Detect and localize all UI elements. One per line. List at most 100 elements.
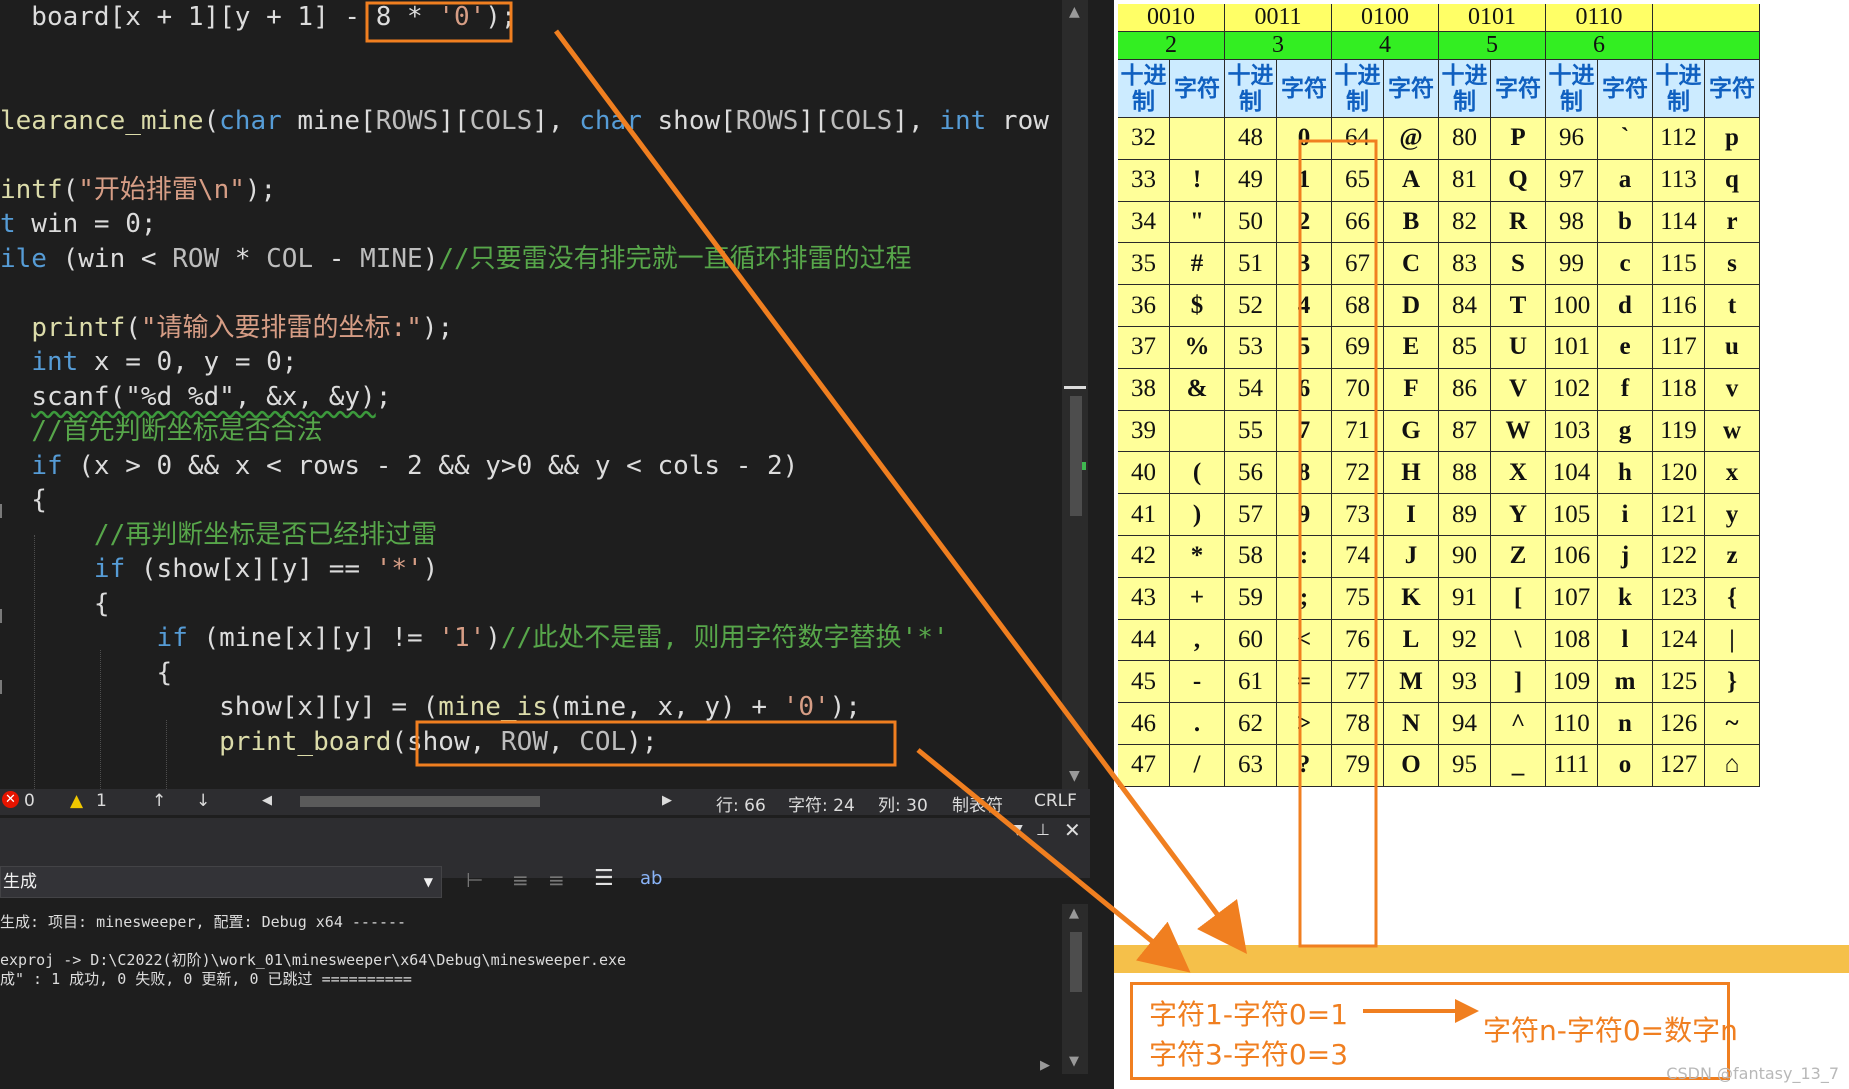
scroll-up-icon[interactable]: ▲	[1069, 906, 1079, 921]
find-message-icon[interactable]: ⊢	[466, 868, 483, 892]
scroll-down-icon[interactable]: ▼	[1069, 768, 1080, 784]
ascii-char: ?	[1277, 745, 1332, 787]
output-source-select[interactable]: 生成 ▼	[0, 866, 442, 898]
code-line[interactable]: t win = 0;	[0, 207, 157, 241]
code-line[interactable]: learance_mine(char mine[ROWS][COLS], cha…	[0, 104, 1049, 138]
ascii-code: 109	[1546, 661, 1598, 704]
code-line[interactable]: //再判断坐标是否已经排过雷	[0, 518, 437, 552]
code-token: (	[62, 174, 79, 205]
code-editor[interactable]: board[x + 1][y + 1] - 8 * '0'); learance_…	[0, 0, 1090, 789]
sub-header-char: 字符	[1170, 60, 1225, 118]
ascii-code: 56	[1225, 452, 1277, 495]
code-token: mine_is	[438, 692, 548, 722]
code-token: //再判断坐标是否已经排过雷	[93, 519, 438, 550]
code-token: ROW	[500, 726, 548, 757]
error-icon[interactable]: ✕	[2, 791, 19, 808]
ascii-char: H	[1384, 452, 1439, 495]
code-line[interactable]: intf("开始排雷\n");	[0, 173, 276, 207]
arrow-down-icon[interactable]: ↓	[196, 791, 210, 811]
error-count[interactable]: 0	[24, 791, 35, 811]
char-indicator[interactable]: 字符: 24	[788, 791, 855, 816]
code-line[interactable]: printf("请输入要排雷的坐标:");	[0, 311, 453, 345]
output-vertical-scrollbar[interactable]: ▲ ▼	[1062, 904, 1088, 1074]
fold-marker[interactable]	[0, 680, 6, 694]
ascii-char: :	[1277, 536, 1332, 578]
ascii-char: `	[1598, 118, 1653, 160]
ascii-code: 108	[1546, 619, 1598, 662]
code-line[interactable]: {	[0, 587, 110, 621]
code-line[interactable]: if (x > 0 && x < rows - 2 && y>0 && y < …	[0, 449, 798, 483]
ascii-char: G	[1384, 410, 1439, 453]
code-token: (	[422, 692, 439, 722]
indent-guide	[34, 535, 35, 789]
row-indicator[interactable]: 行: 66	[716, 791, 766, 816]
ascii-char: a	[1598, 159, 1653, 202]
ascii-char: y	[1705, 494, 1760, 536]
ascii-char: >	[1277, 703, 1332, 745]
line-ending-indicator[interactable]: CRLF	[1034, 791, 1077, 811]
code-token: char	[219, 105, 282, 136]
editor-vertical-scrollbar[interactable]: ▲ ▼	[1062, 0, 1088, 789]
horizontal-scrollbar-thumb[interactable]	[300, 796, 540, 807]
ascii-char: ;	[1277, 577, 1332, 620]
next-message-icon[interactable]: ≡	[548, 868, 565, 892]
code-token: x = 0, y = 0;	[78, 347, 298, 377]
ascii-code: 47	[1118, 745, 1170, 787]
ascii-code: 107	[1546, 577, 1598, 620]
code-line[interactable]: show[x][y] = (mine_is(mine, x, y) + '0')…	[0, 690, 861, 724]
code-token: //只要雷没有排完就一直循环排雷的过程	[438, 243, 912, 274]
prev-message-icon[interactable]: ≡	[512, 868, 529, 892]
col-indicator[interactable]: 列: 30	[878, 791, 928, 816]
ascii-char: g	[1598, 410, 1653, 453]
ascii-code: 52	[1225, 285, 1277, 327]
code-line[interactable]: print_board(show, ROW, COL);	[0, 725, 657, 759]
scroll-left-icon[interactable]: ◀	[262, 793, 272, 808]
ascii-code: 33	[1118, 159, 1170, 202]
ascii-char: M	[1384, 661, 1439, 704]
code-line[interactable]: scanf("%d %d", &x, &y);	[0, 380, 391, 414]
scroll-right-icon[interactable]: ▶	[1040, 1058, 1050, 1073]
code-token: learance_mine	[0, 105, 204, 136]
ascii-char: P	[1491, 118, 1546, 160]
ascii-code: 51	[1225, 243, 1277, 286]
scroll-down-icon[interactable]: ▼	[1069, 1054, 1079, 1069]
pin-icon[interactable]: ⊥	[1036, 820, 1050, 839]
tabs-indicator[interactable]: 制表符	[952, 791, 1003, 816]
dropdown-icon[interactable]: ▼	[1012, 822, 1023, 838]
scroll-right-icon[interactable]: ▶	[662, 793, 672, 808]
ascii-code: 116	[1653, 285, 1705, 327]
close-icon[interactable]: ✕	[1064, 818, 1081, 842]
warning-count[interactable]: 1	[96, 791, 107, 811]
code-token: );	[626, 726, 658, 757]
decimal-header: 5	[1439, 32, 1546, 60]
ascii-code: 67	[1332, 243, 1384, 286]
code-line[interactable]: //首先判断坐标是否合法	[0, 414, 322, 448]
ascii-char: .	[1170, 703, 1225, 745]
code-line[interactable]: {	[0, 483, 47, 517]
sub-header-decimal: 十进制	[1118, 60, 1170, 118]
word-wrap-icon[interactable]: ab	[640, 868, 662, 889]
code-line[interactable]: board[x + 1][y + 1] - 8 * '0');	[0, 0, 517, 34]
warning-icon[interactable]: ▲	[70, 791, 83, 811]
arrow-up-icon[interactable]: ↑	[152, 791, 166, 811]
scroll-up-icon[interactable]: ▲	[1069, 4, 1080, 20]
code-line[interactable]: if (mine[x][y] != '1')//此处不是雷, 则用字符数字替换'…	[0, 621, 949, 655]
code-token: '*'	[375, 554, 423, 584]
table-footer-band	[1114, 945, 1849, 973]
scrollbar-thumb[interactable]	[1070, 932, 1082, 992]
code-line[interactable]: {	[0, 656, 173, 690]
fold-marker[interactable]	[0, 504, 6, 518]
indent-guide	[100, 650, 101, 789]
code-token: );	[485, 2, 517, 32]
code-line[interactable]: int x = 0, y = 0;	[0, 345, 297, 379]
ascii-code: 70	[1332, 368, 1384, 411]
scrollbar-thumb[interactable]	[1070, 396, 1082, 516]
output-line: 生成: 项目: minesweeper, 配置: Debug x64 -----…	[0, 913, 407, 931]
clear-all-icon[interactable]: ☰	[594, 866, 614, 891]
ascii-char: [	[1491, 577, 1546, 620]
code-line[interactable]: if (show[x][y] == '*')	[0, 552, 438, 586]
fold-marker[interactable]	[0, 609, 6, 623]
code-line[interactable]: ile (win < ROW * COL - MINE)//只要雷没有排完就一直…	[0, 242, 912, 276]
